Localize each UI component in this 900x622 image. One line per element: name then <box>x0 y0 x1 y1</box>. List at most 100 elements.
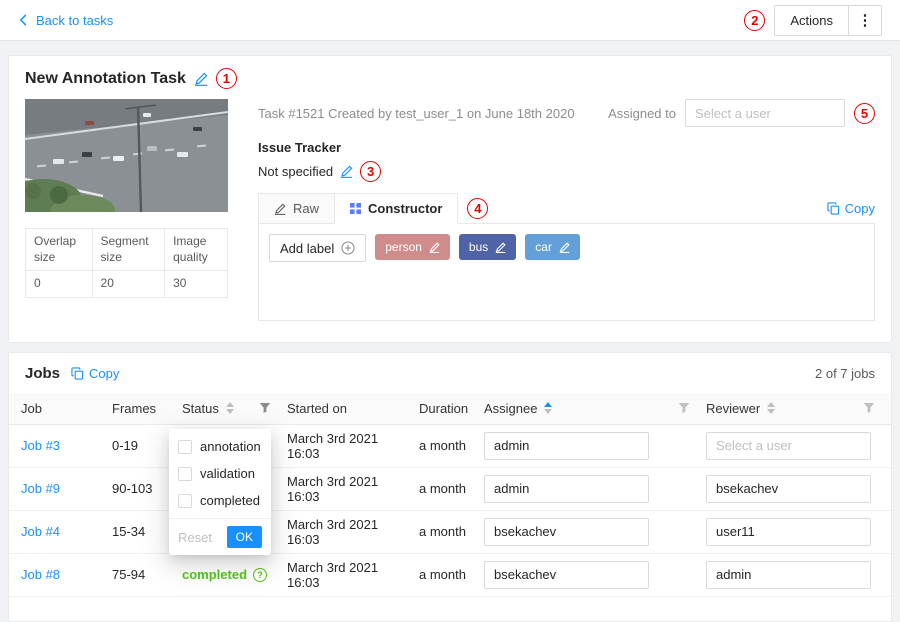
labels-constructor-panel: Add label person bus <box>258 224 875 321</box>
checkbox[interactable] <box>178 467 192 481</box>
job-row-9: Job #9 90-103 March 3rd 2021 16:03 a mon… <box>9 467 891 510</box>
question-circle-icon[interactable]: ? <box>253 568 267 582</box>
checkbox[interactable] <box>178 494 192 508</box>
status-filter-icon[interactable] <box>259 402 271 414</box>
job-link[interactable]: Job #4 <box>21 524 60 539</box>
job-link[interactable]: Job #3 <box>21 438 60 453</box>
actions-button[interactable]: Actions <box>774 5 849 36</box>
actions-button-group: Actions ⋮ <box>774 5 882 36</box>
tab-constructor-label: Constructor <box>368 201 442 216</box>
duration-cell: a month <box>411 424 476 467</box>
param-header-quality: Image quality <box>165 229 228 271</box>
edit-issue-tracker-icon[interactable] <box>340 165 353 178</box>
duration-cell: a month <box>411 467 476 510</box>
copy-label: Copy <box>89 366 119 381</box>
reviewer-input[interactable] <box>706 475 871 503</box>
filter-reset-button[interactable]: Reset <box>178 530 212 545</box>
reviewer-filter-icon[interactable] <box>863 402 875 414</box>
duration-cell: a month <box>411 510 476 553</box>
reviewer-sort-control[interactable] <box>767 402 775 414</box>
label-chip-car[interactable]: car <box>525 234 580 260</box>
assignee-cell <box>476 424 698 467</box>
add-label-button[interactable]: Add label <box>269 234 366 262</box>
reviewer-input[interactable] <box>706 518 871 546</box>
reviewer-cell <box>698 424 891 467</box>
more-actions-menu-button[interactable]: ⋮ <box>849 5 882 36</box>
status-sort-control[interactable] <box>226 402 234 414</box>
frames-cell: 90-103 <box>104 467 174 510</box>
status-text: completed <box>182 567 247 582</box>
param-header-segment: Segment size <box>92 229 165 271</box>
plus-circle-icon <box>341 241 355 255</box>
filter-option-annotation[interactable]: annotation <box>169 433 271 460</box>
job-link[interactable]: Job #8 <box>21 567 60 582</box>
back-label: Back to tasks <box>36 13 113 28</box>
topbar: Back to tasks 2 Actions ⋮ <box>0 0 900 41</box>
callout-3: 3 <box>360 161 381 182</box>
add-label-text: Add label <box>280 241 334 256</box>
jobs-count: 2 of 7 jobs <box>815 366 875 381</box>
job-cell: Job #4 <box>9 510 104 553</box>
back-to-tasks-link[interactable]: Back to tasks <box>18 13 113 28</box>
assignee-sort-control[interactable] <box>544 402 552 414</box>
assignee-input[interactable] <box>484 432 649 460</box>
filter-option-completed[interactable]: completed <box>169 487 271 514</box>
edit-task-name-icon[interactable] <box>194 72 208 86</box>
label-name: person <box>385 240 422 254</box>
label-name: car <box>535 240 552 254</box>
job-row-3: Job #3 0-19 March 3rd 2021 16:03 a month <box>9 424 891 467</box>
label-chip-person[interactable]: person <box>375 234 450 260</box>
jobs-title: Jobs <box>25 365 60 382</box>
edit-label-icon[interactable] <box>495 242 506 253</box>
jobs-table-header-row: Job Frames Status Started on Duration <box>9 393 891 424</box>
issue-tracker-label: Issue Tracker <box>258 140 875 155</box>
column-header-status: Status <box>174 393 279 424</box>
task-title: New Annotation Task <box>25 70 186 88</box>
tab-raw-label: Raw <box>293 201 319 216</box>
tab-constructor[interactable]: Constructor <box>335 193 458 224</box>
assigned-to-label: Assigned to <box>608 106 676 121</box>
task-meta-text: Task #1521 Created by test_user_1 on Jun… <box>258 106 575 121</box>
reviewer-header-label: Reviewer <box>706 401 760 416</box>
labels-copy-button[interactable]: Copy <box>827 201 875 216</box>
assignee-input[interactable] <box>484 518 649 546</box>
label-chip-bus[interactable]: bus <box>459 234 516 260</box>
copy-icon <box>827 202 840 215</box>
assignee-filter-icon[interactable] <box>678 402 690 414</box>
copy-icon <box>71 367 84 380</box>
column-header-duration: Duration <box>411 393 476 424</box>
jobs-table: Job Frames Status Started on Duration <box>9 393 891 597</box>
assignee-header-label: Assignee <box>484 401 537 416</box>
param-header-overlap: Overlap size <box>26 229 93 271</box>
tab-raw[interactable]: Raw <box>258 193 335 223</box>
job-link[interactable]: Job #9 <box>21 481 60 496</box>
reviewer-cell <box>698 467 891 510</box>
reviewer-input[interactable] <box>706 432 871 460</box>
copy-label: Copy <box>845 201 875 216</box>
assignee-input[interactable] <box>484 475 649 503</box>
assignee-cell <box>476 510 698 553</box>
filter-option-label: annotation <box>200 439 261 454</box>
filter-ok-button[interactable]: OK <box>227 526 262 548</box>
column-header-frames: Frames <box>104 393 174 424</box>
frames-cell: 0-19 <box>104 424 174 467</box>
callout-5: 5 <box>854 103 875 124</box>
assignee-input[interactable] <box>484 561 649 589</box>
param-value-overlap: 0 <box>26 271 93 298</box>
reviewer-input[interactable] <box>706 561 871 589</box>
column-header-job: Job <box>9 393 104 424</box>
status-header-label: Status <box>182 401 219 416</box>
chevron-left-icon <box>18 14 29 26</box>
checkbox[interactable] <box>178 440 192 454</box>
label-name: bus <box>469 240 488 254</box>
filter-option-validation[interactable]: validation <box>169 460 271 487</box>
issue-tracker-value: Not specified <box>258 164 333 179</box>
param-value-segment: 20 <box>92 271 165 298</box>
edit-label-icon[interactable] <box>559 242 570 253</box>
task-assignee-input[interactable] <box>685 99 845 127</box>
task-details-card: New Annotation Task 1 <box>8 55 892 343</box>
edit-label-icon[interactable] <box>429 242 440 253</box>
jobs-copy-button[interactable]: Copy <box>71 366 119 381</box>
assignee-cell <box>476 467 698 510</box>
vertical-dots-icon: ⋮ <box>858 11 873 29</box>
